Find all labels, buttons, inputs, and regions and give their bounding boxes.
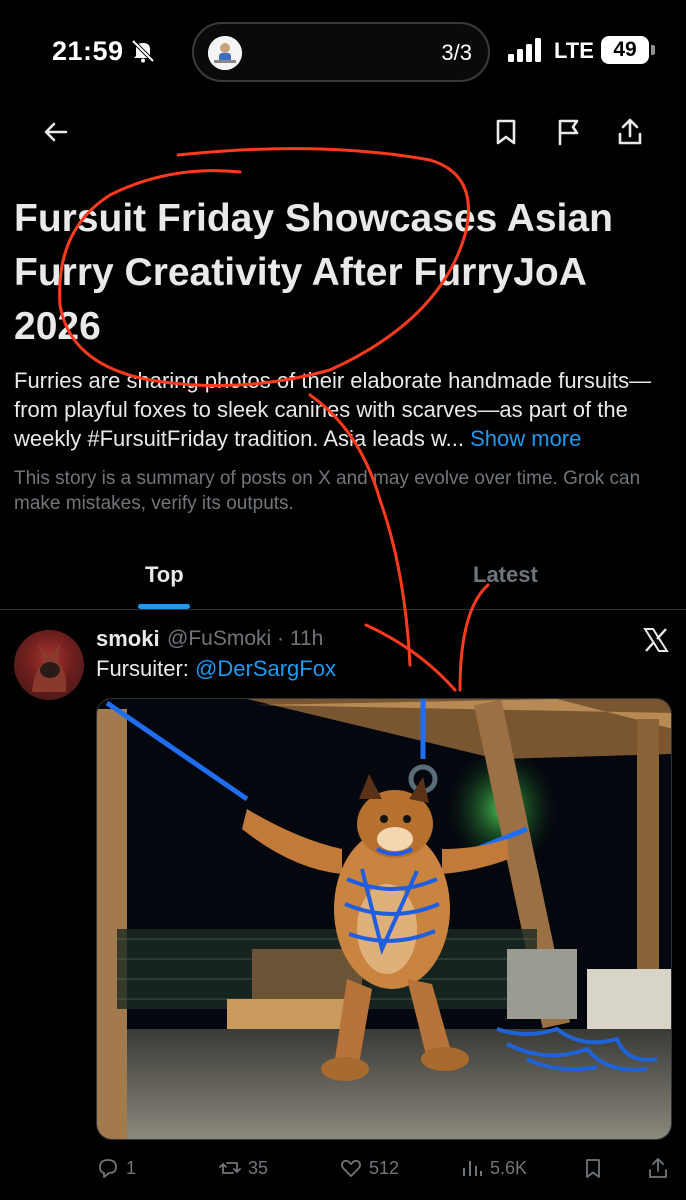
fursuit-photo-image xyxy=(97,699,671,1139)
tab-latest[interactable]: Latest xyxy=(473,562,538,588)
battery-nub xyxy=(651,45,655,55)
back-button[interactable] xyxy=(38,114,74,150)
share-icon xyxy=(618,118,642,145)
view-count: 5.6K xyxy=(490,1157,528,1178)
article-headline: Fursuit Friday Showcases Asian Furry Cre… xyxy=(14,197,613,348)
grok-disclaimer: This story is a summary of posts on X an… xyxy=(14,468,641,514)
bookmark-icon xyxy=(496,119,516,145)
like-count: 512 xyxy=(369,1157,400,1178)
post-author-handle[interactable]: @FuSmoki · 11h xyxy=(167,627,323,651)
mention-link[interactable]: @DerSargFox xyxy=(195,656,336,681)
repost-count: 35 xyxy=(248,1157,269,1178)
active-tab-indicator xyxy=(138,604,190,609)
post-text-prefix: Fursuiter: xyxy=(96,656,196,681)
status-time: 21:59 xyxy=(52,36,124,66)
status-bar: 21:59 3/3 LTE 49 xyxy=(0,0,686,100)
report-button[interactable] xyxy=(550,114,586,150)
repost-button[interactable]: 35 xyxy=(218,1154,268,1182)
reply-icon xyxy=(99,1159,117,1178)
post-bookmark-button[interactable] xyxy=(581,1154,605,1182)
avatar[interactable] xyxy=(14,630,84,700)
like-button[interactable]: 512 xyxy=(339,1154,399,1182)
repost-icon xyxy=(219,1162,241,1174)
views-chart-icon xyxy=(463,1161,482,1176)
reply-count: 1 xyxy=(126,1157,137,1178)
bookmark-button[interactable] xyxy=(488,114,524,150)
app-avatar-icon xyxy=(208,36,242,70)
pill-counter: 3/3 xyxy=(441,40,472,65)
x-logo-icon xyxy=(643,628,669,652)
views-button[interactable]: 5.6K xyxy=(460,1154,527,1182)
share-icon xyxy=(649,1158,667,1178)
network-label: LTE xyxy=(554,38,594,63)
heart-icon xyxy=(340,1159,362,1177)
share-button[interactable] xyxy=(612,114,648,150)
reply-button[interactable]: 1 xyxy=(96,1154,136,1182)
cellular-signal-icon xyxy=(508,38,541,62)
post-photo[interactable] xyxy=(96,698,672,1140)
tab-top[interactable]: Top xyxy=(145,562,184,588)
post-share-button[interactable] xyxy=(646,1154,670,1182)
back-arrow-icon xyxy=(44,122,68,142)
bookmark-icon xyxy=(586,1159,600,1178)
post-text: Fursuiter: @DerSargFox xyxy=(96,656,336,682)
show-more-link[interactable]: Show more xyxy=(470,426,581,451)
flag-icon xyxy=(558,119,579,146)
post-author-name[interactable]: smoki xyxy=(96,626,160,652)
dynamic-island-pill[interactable]: 3/3 xyxy=(192,22,490,82)
article-summary: Furries are sharing photos of their elab… xyxy=(14,366,676,453)
silent-bell-icon xyxy=(131,39,155,63)
tab-bar: Top Latest xyxy=(0,548,686,610)
battery-icon: 49 xyxy=(601,36,649,64)
